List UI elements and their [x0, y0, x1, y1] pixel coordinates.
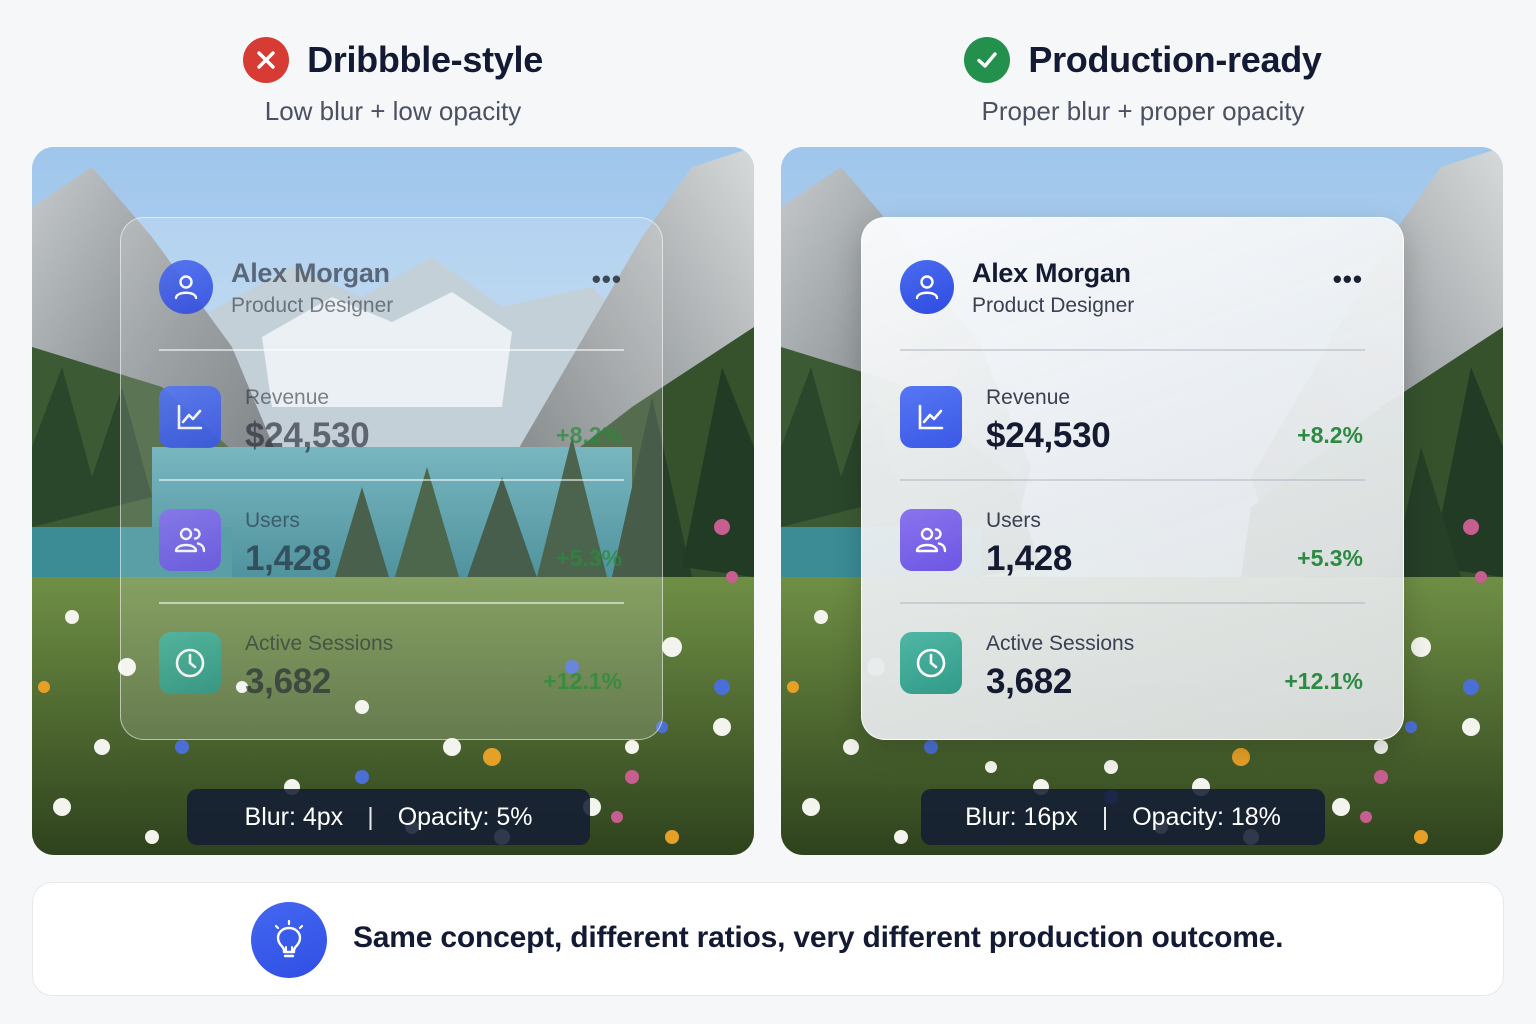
divider	[159, 602, 624, 604]
metric-value: 3,682	[245, 662, 332, 701]
profile-role: Product Designer	[231, 294, 394, 317]
left-scene-panel: Alex Morgan Product Designer ••• Revenue…	[32, 147, 754, 855]
users-icon	[159, 509, 221, 571]
metric-delta: +8.2%	[1297, 422, 1363, 448]
right-title: Production-ready	[1028, 39, 1322, 80]
divider	[900, 602, 1365, 604]
divider	[900, 349, 1365, 351]
line-chart-icon	[900, 386, 962, 448]
line-chart-icon	[159, 386, 221, 448]
metric-value: 1,428	[986, 539, 1073, 578]
metric-label: Users	[986, 509, 1041, 532]
takeaway-banner: Same concept, different ratios, very dif…	[32, 882, 1504, 996]
metric-value: 1,428	[245, 539, 332, 578]
more-options-icon[interactable]: •••	[1333, 266, 1363, 292]
divider	[159, 349, 624, 351]
settings-caption-pill: Blur: 16px | Opacity: 18%	[921, 789, 1325, 845]
metric-label: Revenue	[986, 386, 1071, 409]
user-icon	[174, 275, 198, 300]
metric-delta: +12.1%	[1284, 668, 1363, 694]
metric-label: Active Sessions	[986, 632, 1135, 655]
left-title: Dribbble-style	[307, 39, 543, 80]
right-header: Production-ready Proper blur + proper op…	[782, 34, 1504, 127]
metric-active-sessions: Active Sessions 3,682 +12.1%	[159, 632, 624, 706]
right-subtitle: Proper blur + proper opacity	[981, 96, 1305, 126]
right-scene-panel: Alex Morgan Product Designer ••• Revenue…	[781, 147, 1503, 855]
metric-value: $24,530	[986, 416, 1111, 455]
settings-caption-pill: Blur: 4px | Opacity: 5%	[187, 789, 590, 845]
avatar[interactable]	[900, 260, 954, 314]
lightbulb-icon	[251, 902, 327, 978]
x-circle-icon	[243, 37, 290, 83]
user-icon	[915, 275, 939, 300]
blur-value: Blur: 4px	[244, 802, 344, 831]
blur-value: Blur: 16px	[965, 802, 1078, 831]
metric-delta: +5.3%	[556, 545, 622, 571]
metric-label: Active Sessions	[245, 632, 394, 655]
metric-users: Users 1,428 +5.3%	[159, 509, 624, 583]
metric-users: Users 1,428 +5.3%	[900, 509, 1365, 583]
metric-label: Users	[245, 509, 300, 532]
metric-revenue: Revenue $24,530 +8.2%	[900, 386, 1365, 460]
separator: |	[367, 802, 374, 831]
metric-delta: +12.1%	[543, 668, 622, 694]
divider	[900, 479, 1365, 481]
profile-header: Alex Morgan Product Designer •••	[159, 258, 624, 318]
takeaway-text: Same concept, different ratios, very dif…	[353, 921, 1284, 954]
check-circle-icon	[964, 37, 1011, 83]
more-options-icon[interactable]: •••	[592, 266, 622, 292]
metric-value: $24,530	[245, 416, 370, 455]
separator: |	[1101, 802, 1109, 831]
glass-profile-card: Alex Morgan Product Designer ••• Revenue…	[120, 217, 663, 740]
clock-icon	[159, 632, 221, 694]
opacity-value: Opacity: 5%	[397, 802, 533, 831]
metric-delta: +5.3%	[1297, 545, 1363, 571]
profile-role: Product Designer	[972, 294, 1135, 317]
opacity-value: Opacity: 18%	[1132, 802, 1281, 831]
metric-value: 3,682	[986, 662, 1073, 701]
metric-revenue: Revenue $24,530 +8.2%	[159, 386, 624, 460]
left-header: Dribbble-style Low blur + low opacity	[32, 34, 754, 127]
metric-active-sessions: Active Sessions 3,682 +12.1%	[900, 632, 1365, 706]
profile-name: Alex Morgan	[972, 258, 1131, 288]
glass-profile-card: Alex Morgan Product Designer ••• Revenue…	[861, 217, 1404, 740]
clock-icon	[900, 632, 962, 694]
avatar[interactable]	[159, 260, 213, 314]
profile-header: Alex Morgan Product Designer •••	[900, 258, 1365, 318]
left-subtitle: Low blur + low opacity	[264, 96, 522, 126]
profile-name: Alex Morgan	[231, 258, 390, 288]
metric-label: Revenue	[245, 386, 330, 409]
divider	[159, 479, 624, 481]
metric-delta: +8.2%	[556, 422, 622, 448]
users-icon	[900, 509, 962, 571]
